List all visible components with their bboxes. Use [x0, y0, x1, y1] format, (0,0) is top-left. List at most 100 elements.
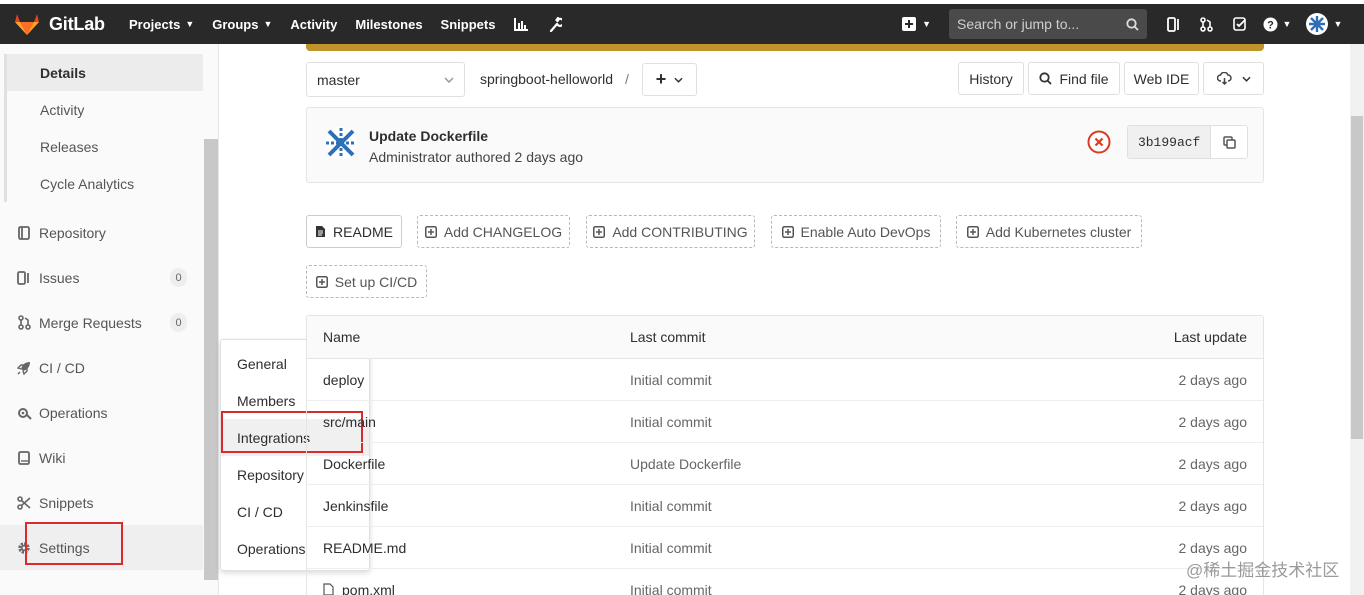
table-row[interactable]: README.md Initial commit 2 days ago — [307, 527, 1263, 569]
history-button[interactable]: History — [958, 62, 1024, 95]
column-header-last-commit: Last commit — [630, 329, 706, 345]
chevron-down-icon — [674, 77, 683, 83]
file-name[interactable]: deploy — [323, 359, 364, 400]
settings-highlight-box — [25, 522, 123, 565]
branch-selector[interactable]: master — [306, 62, 465, 97]
table-row[interactable]: pom.xml Initial commit 2 days ago — [307, 569, 1263, 595]
sidebar-subitem-releases[interactable]: Releases — [7, 128, 203, 165]
issues-nav-icon[interactable] — [1157, 4, 1190, 44]
readme-button[interactable]: README — [306, 215, 402, 248]
commit-sha-group: 3b199acf — [1127, 125, 1248, 159]
add-kubernetes-cluster-button[interactable]: Add Kubernetes cluster — [956, 215, 1142, 248]
help-menu[interactable]: ? ▼ — [1256, 4, 1298, 44]
plus-square-icon — [902, 17, 917, 31]
nav-groups[interactable]: Groups ▼ — [203, 4, 281, 44]
nav-milestones[interactable]: Milestones — [346, 4, 431, 44]
download-button[interactable] — [1203, 62, 1264, 95]
plus-square-icon — [593, 225, 606, 238]
issues-count-badge: 0 — [170, 268, 187, 287]
merge-request-icon — [16, 315, 32, 331]
svg-text:?: ? — [1267, 19, 1274, 31]
app-name: GitLab — [49, 13, 105, 34]
find-file-button[interactable]: Find file — [1028, 62, 1120, 95]
file-last-commit[interactable]: Initial commit — [630, 401, 712, 442]
file-last-update: 2 days ago — [1178, 413, 1248, 430]
help-icon: ? — [1263, 17, 1278, 31]
sidebar-item-snippets[interactable]: Snippets — [0, 480, 203, 525]
commit-title[interactable]: Update Dockerfile — [369, 128, 488, 144]
nav-snippets[interactable]: Snippets — [432, 4, 505, 44]
pipeline-status-bar — [306, 44, 1264, 51]
sidebar-item-issues[interactable]: Issues 0 — [0, 255, 203, 300]
set-up-ci-cd-button[interactable]: Set up CI/CD — [306, 265, 427, 298]
search-input[interactable] — [957, 16, 1117, 32]
user-menu[interactable]: ▼ — [1298, 4, 1350, 44]
nav-projects[interactable]: Projects ▼ — [120, 4, 203, 44]
sidebar-item-ci-cd[interactable]: CI / CD — [0, 345, 203, 390]
table-header: Name Last commit Last update — [307, 316, 1263, 359]
commit-author-avatar[interactable] — [324, 126, 358, 160]
file-last-update: 2 days ago — [1178, 455, 1248, 472]
table-row[interactable]: Dockerfile Update Dockerfile 2 days ago — [307, 443, 1263, 485]
rocket-icon — [16, 360, 32, 376]
sidebar-subitem-cycle-analytics[interactable]: Cycle Analytics — [7, 165, 203, 202]
add-contributing-button[interactable]: Add CONTRIBUTING — [586, 215, 755, 248]
file-last-commit[interactable]: Initial commit — [630, 527, 712, 568]
chevron-down-icon — [444, 76, 454, 83]
commit-sha[interactable]: 3b199acf — [1128, 126, 1212, 158]
branch-name: master — [317, 71, 360, 88]
add-to-tree-button[interactable]: + — [642, 63, 697, 96]
plus-square-icon — [424, 225, 437, 238]
sidebar-item-repository[interactable]: Repository — [0, 210, 203, 255]
sidebar-item-wiki[interactable]: Wiki — [0, 435, 203, 480]
web-ide-button[interactable]: Web IDE — [1124, 62, 1199, 95]
plus-square-icon — [315, 275, 328, 288]
new-item-button[interactable]: ▼ — [892, 4, 941, 44]
chevron-down-icon: ▼ — [1333, 19, 1343, 29]
commit-author-line: Administrator authored 2 days ago — [369, 149, 584, 165]
sidebar-subitem-activity[interactable]: Activity — [7, 91, 203, 128]
file-name[interactable]: README.md — [323, 527, 406, 568]
file-name: pom.xml — [342, 581, 395, 595]
file-name[interactable]: Dockerfile — [323, 443, 385, 484]
todos-nav-icon[interactable] — [1223, 4, 1256, 44]
user-avatar-icon — [1305, 13, 1328, 35]
sidebar-subitem-details[interactable]: Details — [7, 54, 203, 91]
wrench-icon[interactable] — [538, 4, 572, 44]
pipeline-failed-icon[interactable] — [1087, 130, 1111, 154]
page-scrollbar-thumb[interactable] — [1351, 116, 1363, 439]
file-last-update: 2 days ago — [1178, 371, 1248, 388]
document-icon — [16, 225, 32, 241]
file-last-commit[interactable]: Initial commit — [630, 569, 712, 595]
sidebar-item-operations[interactable]: Operations — [0, 390, 203, 435]
scissors-icon — [16, 495, 32, 511]
file-name[interactable]: src/main — [323, 401, 376, 442]
add-changelog-button[interactable]: Add CHANGELOG — [417, 215, 570, 248]
merge-requests-count-badge: 0 — [170, 313, 187, 332]
nav-activity[interactable]: Activity — [281, 4, 346, 44]
chevron-down-icon — [1241, 76, 1251, 82]
enable-auto-devops-button[interactable]: Enable Auto DevOps — [771, 215, 941, 248]
cloud-gear-icon — [16, 405, 32, 421]
sidebar-scrollbar[interactable] — [204, 139, 218, 580]
copy-sha-button[interactable] — [1211, 126, 1247, 158]
file-last-commit[interactable]: Update Dockerfile — [630, 443, 741, 484]
table-row[interactable]: deploy Initial commit 2 days ago — [307, 359, 1263, 401]
file-last-commit[interactable]: Initial commit — [630, 359, 712, 400]
search-icon — [1039, 72, 1053, 85]
search-box[interactable] — [949, 9, 1147, 39]
table-row[interactable]: src/main Initial commit 2 days ago — [307, 401, 1263, 443]
file-last-commit[interactable]: Initial commit — [630, 485, 712, 526]
file-name[interactable]: Jenkinsfile — [323, 485, 388, 526]
sidebar-item-merge-requests[interactable]: Merge Requests 0 — [0, 300, 203, 345]
gitlab-logo[interactable]: GitLab — [14, 12, 120, 36]
file-tree-table: Name Last commit Last update deploy Init… — [306, 315, 1264, 595]
breadcrumb: springboot-helloworld / — [480, 71, 629, 87]
file-last-update: 2 days ago — [1178, 497, 1248, 514]
merge-requests-nav-icon[interactable] — [1190, 4, 1223, 44]
file-name-with-icon[interactable]: pom.xml — [323, 569, 395, 595]
book-icon — [16, 450, 32, 466]
table-row[interactable]: Jenkinsfile Initial commit 2 days ago — [307, 485, 1263, 527]
breadcrumb-project[interactable]: springboot-helloworld — [480, 71, 613, 87]
chart-icon[interactable] — [504, 4, 538, 44]
